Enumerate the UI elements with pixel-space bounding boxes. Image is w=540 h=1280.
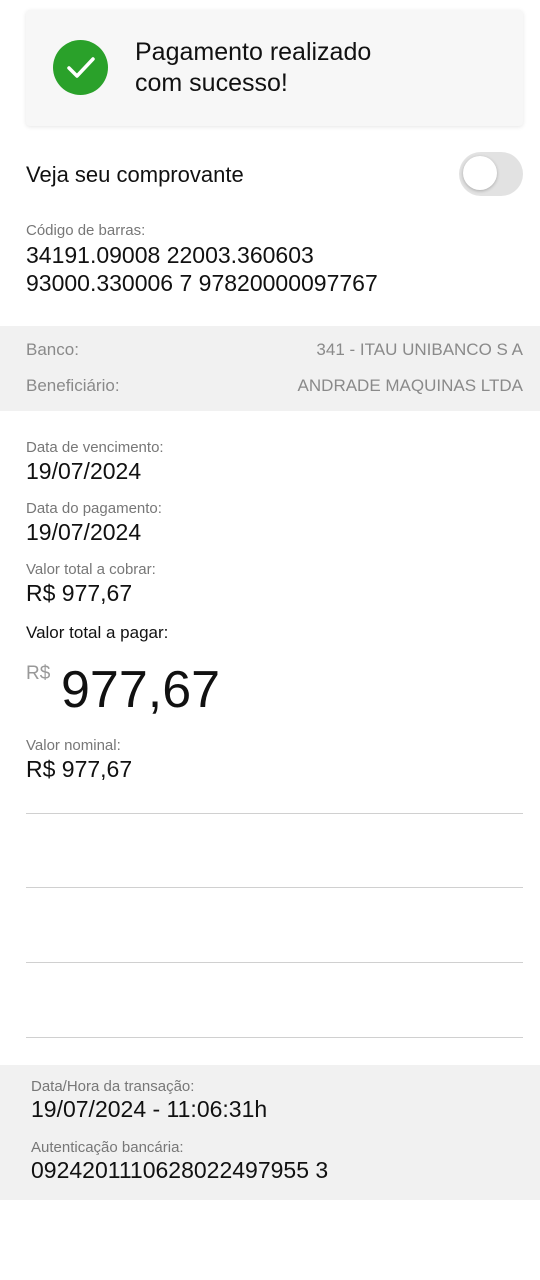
transaction-info-band: Data/Hora da transação: 19/07/2024 - 11:…: [0, 1065, 540, 1200]
payment-date-field: Data do pagamento: 19/07/2024: [26, 500, 523, 546]
transaction-label: Data/Hora da transação:: [31, 1078, 195, 1095]
barcode-line-2: 93000.330006 7 97820000097767: [26, 270, 378, 296]
total-charge-label: Valor total a cobrar:: [26, 561, 156, 578]
divider: [26, 962, 523, 963]
beneficiary-value: ANDRADE MAQUINAS LTDA: [297, 376, 523, 395]
success-card: Pagamento realizado com sucesso!: [26, 10, 523, 126]
due-date-label: Data de vencimento:: [26, 439, 164, 456]
beneficiary-label: Beneficiário:: [26, 376, 120, 395]
receipt-toggle[interactable]: [459, 152, 523, 196]
auth-value: 0924201110628022497955 3: [31, 1157, 329, 1183]
success-message: Pagamento realizado com sucesso!: [135, 37, 435, 99]
nominal-value: R$ 977,67: [26, 756, 133, 782]
transaction-value: 19/07/2024 - 11:06:31h: [31, 1096, 268, 1122]
bank-value: 341 - ITAU UNIBANCO S A: [316, 340, 523, 359]
nominal-value-field: Valor nominal: R$ 977,67: [26, 737, 523, 783]
receipt-label: Veja seu comprovante: [26, 162, 244, 187]
success-message-line2: com sucesso!: [135, 69, 288, 97]
total-charge-value: R$ 977,67: [26, 580, 133, 606]
barcode-label: Código de barras:: [26, 222, 146, 239]
bank-label: Banco:: [26, 340, 79, 359]
success-message-line1: Pagamento realizado: [135, 38, 372, 66]
barcode-block: Código de barras: 34191.09008 22003.3606…: [26, 222, 526, 297]
divider: [26, 887, 523, 888]
total-charge-field: Valor total a cobrar: R$ 977,67: [26, 561, 523, 607]
total-pay-label: Valor total a pagar:: [26, 623, 169, 642]
total-pay-number: 977,67: [61, 661, 221, 719]
auth-label: Autenticação bancária:: [31, 1139, 184, 1156]
bank-info-band: Banco: 341 - ITAU UNIBANCO S A Beneficiá…: [0, 326, 540, 411]
divider: [26, 1037, 523, 1038]
toggle-knob: [463, 156, 497, 190]
total-pay-currency: R$: [26, 663, 51, 684]
divider: [26, 813, 523, 814]
receipt-toggle-row: Veja seu comprovante: [26, 152, 523, 196]
transaction-datetime-field: Data/Hora da transação: 19/07/2024 - 11:…: [31, 1078, 521, 1123]
check-icon: [53, 40, 108, 95]
payment-date-value: 19/07/2024: [26, 519, 142, 545]
due-date-field: Data de vencimento: 19/07/2024: [26, 439, 523, 485]
bank-auth-field: Autenticação bancária: 09242011106280224…: [31, 1139, 521, 1184]
barcode-line-1: 34191.09008 22003.360603: [26, 242, 314, 268]
payment-date-label: Data do pagamento:: [26, 500, 162, 517]
nominal-label: Valor nominal:: [26, 737, 121, 754]
due-date-value: 19/07/2024: [26, 458, 142, 484]
